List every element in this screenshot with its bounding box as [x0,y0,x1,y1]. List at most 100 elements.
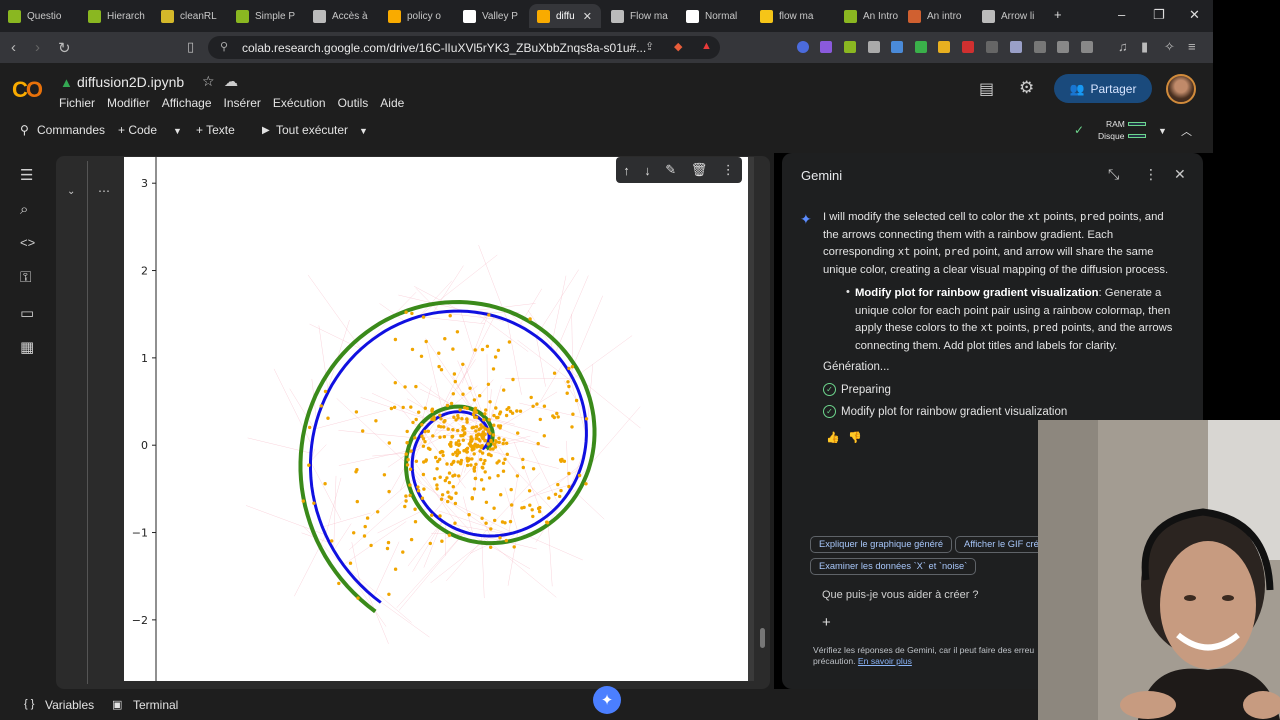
chevron-down-icon[interactable]: ▼ [359,126,368,136]
browser-tab[interactable]: cleanRL [153,4,228,28]
edit-pencil-icon[interactable]: ✎ [665,162,676,178]
scrollbar[interactable] [760,628,765,648]
tab-close-icon[interactable]: ✕ [583,10,592,23]
forward-icon[interactable]: › [35,39,40,56]
browser-tab[interactable]: Simple P [228,4,303,28]
add-attachment-icon[interactable]: + [822,614,831,631]
close-window-icon[interactable]: ✕ [1189,7,1200,23]
extension-icon[interactable] [891,41,903,53]
menu-item[interactable]: Fichier [59,96,95,110]
browser-tab[interactable]: policy o [380,4,455,28]
extension-icon[interactable] [1010,41,1022,53]
variables-table-icon[interactable]: ▦ [20,338,34,356]
address-bar[interactable]: ⚲ colab.research.google.com/drive/16C-lI… [208,36,720,59]
code-snippets-icon[interactable]: <> [20,235,35,250]
back-icon[interactable]: ‹ [11,39,16,56]
expand-icon[interactable]: ⤡ [1108,166,1119,183]
extension-icon[interactable] [986,41,998,53]
move-down-icon[interactable]: ↓ [644,163,651,178]
chevron-up-icon[interactable]: ︿ [1181,123,1192,139]
browser-tab[interactable]: Questio [0,4,75,28]
notebook-title[interactable]: diffusion2D.ipynb [77,74,184,90]
delete-icon[interactable]: 🗑 [691,162,708,178]
extension-icon[interactable] [938,41,950,53]
more-vert-icon[interactable]: ⋮ [722,162,735,178]
cell-more-icon[interactable]: ⋯ [98,184,110,198]
browser-tab[interactable]: Normal [678,4,750,28]
browser-tab[interactable]: Hierarch [80,4,152,28]
menu-item[interactable]: Outils [338,96,369,110]
suggestion-chip[interactable]: Afficher le GIF cré [955,536,1048,553]
toc-icon[interactable]: ☰ [20,166,33,184]
reload-icon[interactable]: ↻ [58,39,71,57]
add-text-button[interactable]: + Texte [196,123,235,137]
browser-tab[interactable]: diffu ✕ [529,4,601,28]
browser-tab[interactable]: Valley P [455,4,527,28]
extension-icon[interactable] [1081,41,1093,53]
gemini-fab-button[interactable]: ✦ [593,686,621,714]
share-page-icon[interactable]: ⇪ [645,40,654,53]
site-info-icon[interactable]: ⚲ [220,40,228,53]
restore-icon[interactable]: ❐ [1153,7,1165,23]
sidebar-toggle-icon[interactable]: ▮ [1141,39,1148,55]
menu-item[interactable]: Exécution [273,96,326,110]
extension-icon[interactable] [868,41,880,53]
scatter-point [483,412,487,416]
bookmark-icon[interactable]: ▯ [187,39,194,55]
chevron-down-icon[interactable]: ▼ [1158,126,1167,136]
extension-icon[interactable] [797,41,809,53]
scatter-point [574,398,579,403]
suggestion-chip[interactable]: Expliquer le graphique généré [810,536,953,553]
browser-tab[interactable]: An Intro [836,4,898,28]
browser-tab[interactable]: flow ma [752,4,832,28]
find-icon[interactable]: ⌕ [20,201,28,218]
extension-icon[interactable] [844,41,856,53]
extension-icon[interactable] [915,41,927,53]
commands-button[interactable]: Commandes [37,123,105,137]
new-tab-icon[interactable]: + [1054,7,1062,22]
menu-item[interactable]: Affichage [162,96,212,110]
add-code-button[interactable]: + Code [118,123,157,137]
run-all-button[interactable]: Tout exécuter [276,123,348,137]
leo-ai-icon[interactable]: ✧ [1164,39,1175,55]
settings-gear-icon[interactable]: ⚙ [1019,78,1034,98]
browser-menu-icon[interactable]: ≡ [1188,39,1196,54]
menu-item[interactable]: Modifier [107,96,150,110]
comments-icon[interactable]: ▤ [979,79,994,99]
collapse-chevron-icon[interactable]: ⌄ [67,186,75,197]
menu-item[interactable]: Aide [380,96,404,110]
browser-tab[interactable]: Flow ma [603,4,678,28]
star-icon[interactable]: ☆ [202,73,215,90]
minimize-icon[interactable]: – [1118,7,1125,22]
share-button[interactable]: 👥 Partager [1054,74,1152,103]
thumbs-down-icon[interactable]: 👎 [848,431,862,444]
browser-tab[interactable]: An intro [900,4,972,28]
cloud-icon[interactable]: ☁ [224,73,238,90]
learn-more-link[interactable]: En savoir plus [858,656,912,666]
thumbs-up-icon[interactable]: 👍 [826,431,840,444]
extension-icon[interactable] [820,41,832,53]
brave-shield-icon[interactable]: ◆ [674,40,682,53]
media-icon[interactable]: ♫ [1118,39,1128,54]
suggestion-chip[interactable]: Examiner les données `X` et `noise` [810,558,977,575]
extensions-puzzle-icon[interactable] [1034,41,1046,53]
move-up-icon[interactable]: ↑ [623,163,630,178]
files-folder-icon[interactable]: ▭ [20,304,34,322]
colab-logo[interactable]: CO [12,77,43,103]
extension-icon[interactable] [962,41,974,53]
secrets-key-icon[interactable]: ⚿ [20,269,31,286]
browser-tab[interactable]: Accès à [305,4,380,28]
gemini-prompt-input[interactable]: Que puis-je vous aider à créer ? [822,589,979,601]
menu-item[interactable]: Insérer [224,96,261,110]
browser-tab[interactable]: Arrow li [974,4,1046,28]
terminal-button[interactable]: Terminal [133,698,178,712]
rewards-icon[interactable]: ▲ [701,40,712,52]
extension-icon[interactable] [1057,41,1069,53]
avatar[interactable] [1166,74,1196,104]
scatter-point [455,330,460,334]
variables-button[interactable]: Variables [45,698,94,712]
chevron-down-icon[interactable]: ▼ [173,126,182,136]
close-icon[interactable]: ✕ [1174,166,1186,183]
scatter-point [502,438,506,442]
more-vert-icon[interactable]: ⋮ [1144,166,1158,183]
